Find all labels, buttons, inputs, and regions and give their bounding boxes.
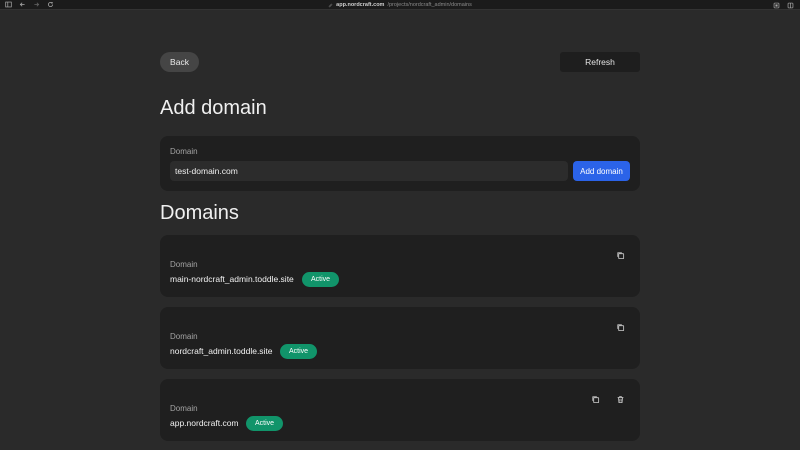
domain-input[interactable] [170,161,568,181]
refresh-button[interactable]: Refresh [560,52,640,72]
copy-icon[interactable] [615,322,625,332]
status-badge: Active [246,416,284,431]
domain-value: nordcraft_admin.toddle.site [170,346,273,356]
domain-card: Domain nordcraft_admin.toddle.site Activ… [160,307,640,369]
add-domain-button[interactable]: Add domain [573,161,630,181]
back-button[interactable]: Back [160,52,199,72]
domains-title: Domains [160,202,239,224]
domain-label: Domain [170,404,198,413]
url-host: app.nordcraft.com [336,2,385,8]
domain-card: Domain app.nordcraft.com Active [160,379,640,441]
copy-icon[interactable] [615,250,625,260]
domain-value: app.nordcraft.com [170,418,239,428]
add-domain-title: Add domain [160,97,267,119]
copy-icon[interactable] [590,394,600,404]
status-badge: Active [280,344,318,359]
domain-label: Domain [170,332,198,341]
status-badge: Active [302,272,340,287]
domain-card: Domain main-nordcraft_admin.toddle.site … [160,235,640,297]
extension-icon[interactable] [772,1,780,9]
browser-toolbar: app.nordcraft.com/projects/nordcraft_adm… [0,0,800,10]
domain-field-label: Domain [170,147,198,156]
url-path: /projects/nordcraft_admin/domains [387,2,472,8]
link-icon [328,3,333,7]
domain-value: main-nordcraft_admin.toddle.site [170,274,294,284]
trash-icon[interactable] [615,394,625,404]
domain-label: Domain [170,260,198,269]
address-bar[interactable]: app.nordcraft.com/projects/nordcraft_adm… [0,0,800,10]
add-domain-card: Domain Add domain [160,136,640,191]
window-icon[interactable] [786,1,794,9]
